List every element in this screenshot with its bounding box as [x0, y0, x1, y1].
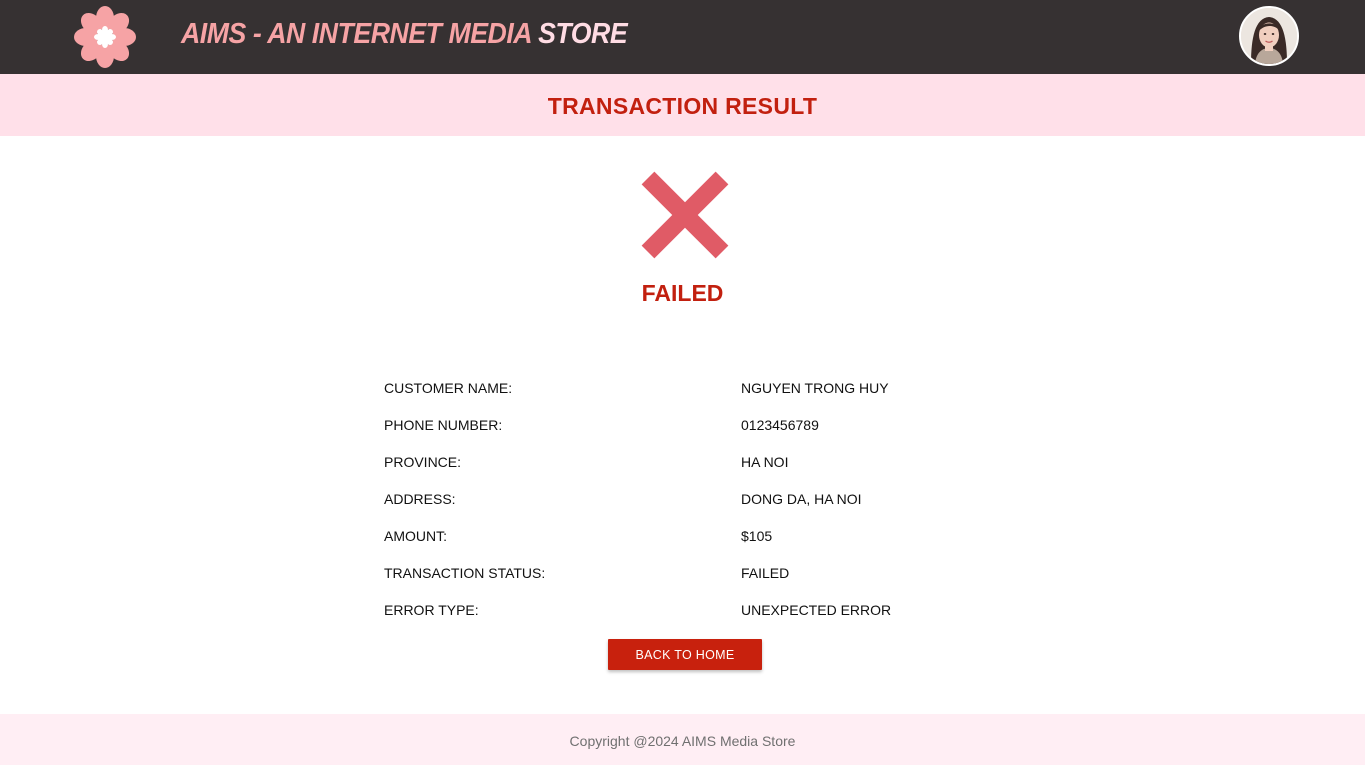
transaction-status-label: TRANSACTION STATUS:	[384, 565, 546, 581]
x-mark-icon	[640, 170, 730, 260]
app-title-tail: STORE	[531, 18, 628, 50]
transaction-details: CUSTOMER NAME: NGUYEN TRONG HUY PHONE NU…	[384, 377, 984, 636]
amount-label: AMOUNT:	[384, 528, 447, 544]
customer-name-value: NGUYEN TRONG HUY	[741, 380, 889, 396]
error-type-value: UNEXPECTED ERROR	[741, 602, 892, 618]
app-title: AIMS - AN INTERNET MEDIA STORE	[181, 18, 628, 51]
phone-number-label: PHONE NUMBER:	[384, 417, 503, 433]
back-to-home-button[interactable]: BACK TO HOME	[608, 639, 762, 670]
copyright-text: Copyright @2024 AIMS Media Store	[569, 733, 796, 749]
detail-row-error-type: ERROR TYPE: UNEXPECTED ERROR	[384, 599, 984, 636]
error-type-label: ERROR TYPE:	[384, 602, 479, 618]
transaction-status-heading: FAILED	[641, 280, 724, 306]
detail-row-transaction-status: TRANSACTION STATUS: FAILED	[384, 562, 984, 599]
province-label: PROVINCE:	[384, 454, 462, 470]
top-header: AIMS - AN INTERNET MEDIA STORE	[0, 0, 1365, 74]
page-title: TRANSACTION RESULT	[547, 93, 818, 119]
user-avatar[interactable]	[1239, 6, 1299, 66]
transaction-status-value: FAILED	[741, 565, 790, 581]
detail-row-province: PROVINCE: HA NOI	[384, 451, 984, 488]
province-value: HA NOI	[741, 454, 789, 470]
flower-logo-icon[interactable]	[74, 6, 136, 68]
detail-row-address: ADDRESS: DONG DA, HA NOI	[384, 488, 984, 525]
address-label: ADDRESS:	[384, 491, 456, 507]
address-value: DONG DA, HA NOI	[741, 491, 862, 507]
detail-row-amount: AMOUNT: $105	[384, 525, 984, 562]
amount-value: $105	[741, 528, 773, 544]
app-title-main: AIMS - AN INTERNET MEDIA	[181, 18, 532, 50]
detail-row-phone-number: PHONE NUMBER: 0123456789	[384, 414, 984, 451]
customer-name-label: CUSTOMER NAME:	[384, 380, 513, 396]
phone-number-value: 0123456789	[741, 417, 819, 433]
page-footer: Copyright @2024 AIMS Media Store	[0, 714, 1365, 765]
page-banner: TRANSACTION RESULT	[0, 74, 1365, 136]
detail-row-customer-name: CUSTOMER NAME: NGUYEN TRONG HUY	[384, 377, 984, 414]
